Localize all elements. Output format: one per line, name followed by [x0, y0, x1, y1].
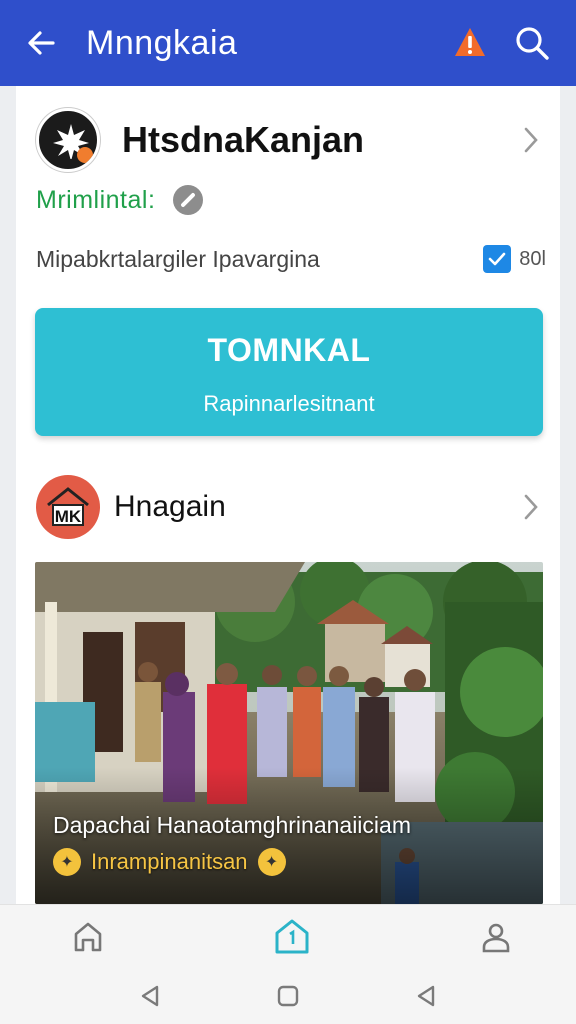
triangle-recents-icon — [417, 985, 435, 1007]
chevron-right-icon — [516, 120, 546, 160]
group-row[interactable]: MK Hnagain — [36, 472, 546, 542]
profile-row[interactable]: HtsdnaKanjan — [36, 106, 546, 174]
back-button[interactable] — [18, 20, 64, 66]
main-content: HtsdnaKanjan Mrimlintal: Mipabkrtalargil… — [16, 86, 560, 904]
profile-name: HtsdnaKanjan — [122, 119, 365, 160]
checkmark-icon — [488, 252, 506, 266]
nav-home[interactable] — [66, 915, 110, 959]
setting-row: Mipabkrtalargiler Ipavargina 80l — [36, 238, 546, 280]
sys-recents-button[interactable] — [412, 982, 440, 1010]
warning-icon — [455, 28, 485, 56]
setting-checkbox[interactable] — [483, 245, 512, 273]
photo-subtitle: ✦ Inrampinanitsan ✦ — [53, 848, 286, 876]
photo-caption: Dapachai Hanaotamghrinanaiiciam — [53, 812, 411, 838]
cta-subtitle: Rapinnarlesitnant — [203, 391, 375, 416]
sys-home-button[interactable] — [274, 982, 302, 1010]
nav-community[interactable] — [270, 915, 314, 959]
search-icon — [516, 27, 549, 60]
system-navigation — [0, 968, 576, 1024]
heart-icon — [77, 147, 93, 163]
status-line: Mrimlintal: — [36, 182, 204, 218]
profile-avatar — [36, 108, 100, 172]
app-title: Mnngkaia — [86, 23, 238, 62]
group-avatar: MK — [36, 475, 100, 539]
chevron-right-icon — [516, 487, 546, 527]
badge-icon: ✦ — [257, 848, 286, 876]
square-home-icon — [277, 985, 299, 1007]
sys-back-button[interactable] — [136, 982, 164, 1010]
cta-title: TOMNKAL — [207, 332, 371, 368]
primary-action-button[interactable]: TOMNKAL Rapinnarlesitnant — [35, 308, 543, 436]
bottom-navigation — [0, 904, 576, 968]
search-button[interactable] — [506, 17, 558, 69]
photo-subtitle-text: Inrampinanitsan — [91, 849, 248, 874]
checkbox-label: 80l — [519, 247, 546, 270]
nav-profile[interactable] — [474, 915, 518, 959]
group-avatar-text: MK — [55, 507, 82, 526]
home-active-icon — [275, 919, 309, 953]
status-text: Mrimlintal: — [36, 185, 156, 214]
app-bar: Mnngkaia — [0, 0, 576, 86]
house-logo-icon: MK — [47, 487, 89, 526]
triangle-back-icon — [141, 985, 159, 1007]
profile-icon — [482, 923, 510, 952]
block-icon[interactable] — [173, 185, 204, 215]
setting-label: Mipabkrtalargiler Ipavargina — [36, 245, 320, 272]
badge-icon: ✦ — [53, 848, 81, 876]
photo-card[interactable]: Dapachai Hanaotamghrinanaiiciam ✦ Inramp… — [35, 562, 543, 904]
group-name: Hnagain — [114, 490, 226, 523]
arrow-left-icon — [28, 31, 55, 55]
alert-button[interactable] — [444, 17, 496, 69]
home-outline-icon — [74, 922, 102, 951]
